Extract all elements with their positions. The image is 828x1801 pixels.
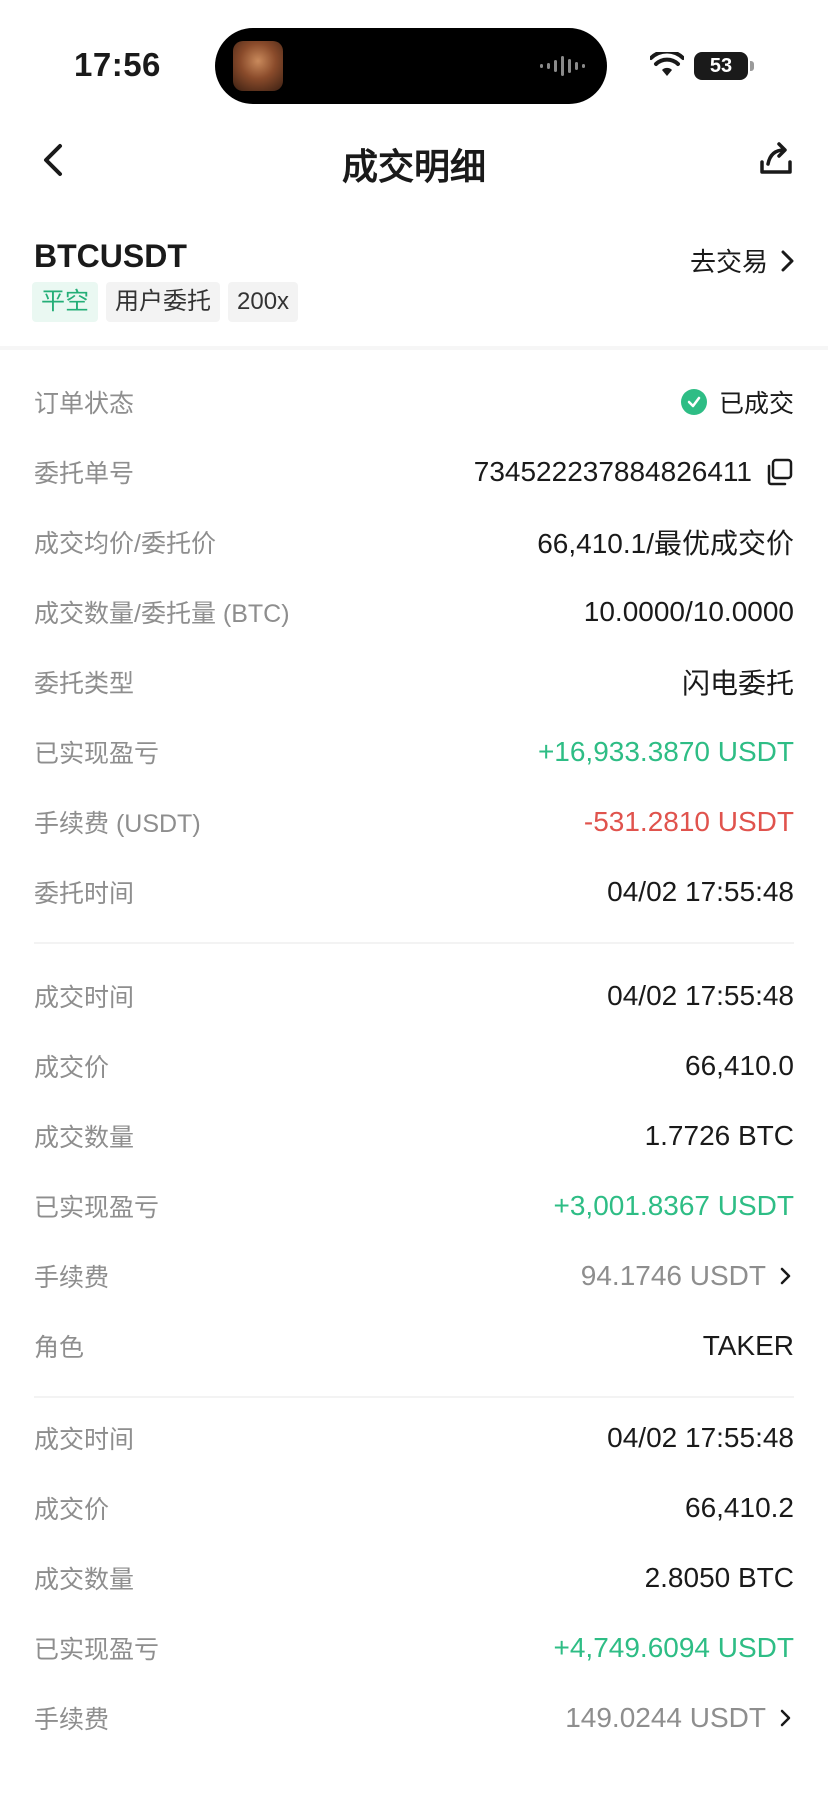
fill-quantity-label: 成交数量 <box>34 1566 135 1594</box>
fill-fee-value[interactable]: 149.0244 USDT <box>565 1702 794 1734</box>
trading-pair: BTCUSDT <box>34 238 187 274</box>
fill-fee-text: 149.0244 USDT <box>565 1702 766 1733</box>
tag-side: 平空 <box>32 282 98 322</box>
fill-price-value: 66,410.0 <box>685 1050 794 1081</box>
realized-pnl-value: +16,933.3870 USDT <box>537 736 794 767</box>
nav-bar: 成交明细 <box>0 120 828 200</box>
fill-price-label: 成交价 <box>34 1054 110 1082</box>
row-order-time: 委托时间 04/02 17:55:48 <box>34 872 794 912</box>
row-fill-quantity: 成交数量 2.8050 BTC <box>34 1558 794 1598</box>
divider <box>34 942 794 944</box>
status-bar: 17:56 53 <box>0 0 828 120</box>
quantity-label: 成交数量/委托量 (BTC) <box>34 600 290 628</box>
row-order-id: 委托单号 734522237884826411 <box>34 452 794 492</box>
fill-fee-label: 手续费 <box>34 1706 110 1734</box>
order-status-label: 订单状态 <box>34 390 135 418</box>
row-fill-time: 成交时间 04/02 17:55:48 <box>34 976 794 1016</box>
row-quantity: 成交数量/委托量 (BTC) 10.0000/10.0000 <box>34 592 794 632</box>
fill-time-label: 成交时间 <box>34 984 135 1012</box>
section-divider <box>0 346 828 350</box>
order-id-text: 734522237884826411 <box>473 456 752 487</box>
audio-wave-icon <box>540 54 585 78</box>
fill-time-value: 04/02 17:55:48 <box>607 1422 794 1453</box>
avg-price-label: 成交均价/委托价 <box>34 530 216 558</box>
fill-price-value: 66,410.2 <box>685 1492 794 1523</box>
row-realized-pnl: 已实现盈亏 +16,933.3870 USDT <box>34 732 794 772</box>
tag-leverage: 200x <box>228 282 299 322</box>
row-order-type: 委托类型 闪电委托 <box>34 662 794 702</box>
chevron-right-icon <box>780 1267 791 1285</box>
page-title: 成交明细 <box>341 146 486 187</box>
fill-pnl-value: +4,749.6094 USDT <box>553 1632 795 1663</box>
fill-quantity-label: 成交数量 <box>34 1124 135 1152</box>
fill-role-value: TAKER <box>702 1330 794 1361</box>
fee-value: -531.2810 USDT <box>583 806 794 837</box>
battery-icon: 53 <box>694 52 748 80</box>
row-fill-role: 角色 TAKER <box>34 1326 794 1366</box>
row-fee: 手续费 (USDT) -531.2810 USDT <box>34 802 794 842</box>
status-time: 17:56 <box>74 46 161 83</box>
row-order-status: 订单状态 已成交 <box>34 382 794 422</box>
order-type-value: 闪电委托 <box>681 668 794 699</box>
row-fill-quantity: 成交数量 1.7726 BTC <box>34 1116 794 1156</box>
chevron-right-icon <box>780 1709 791 1727</box>
row-fill-price: 成交价 66,410.2 <box>34 1488 794 1528</box>
fill-quantity-value: 2.8050 BTC <box>644 1562 794 1593</box>
fill-pnl-label: 已实现盈亏 <box>34 1636 160 1664</box>
dynamic-island[interactable] <box>215 28 607 104</box>
order-status-value: 已成交 <box>680 384 794 420</box>
row-fill-fee[interactable]: 手续费 94.1746 USDT <box>34 1256 794 1296</box>
fill-price-label: 成交价 <box>34 1496 110 1524</box>
row-fill-pnl: 已实现盈亏 +3,001.8367 USDT <box>34 1186 794 1226</box>
fill-fee-label: 手续费 <box>34 1264 110 1292</box>
goto-trade-label: 去交易 <box>689 247 768 277</box>
row-fill-price: 成交价 66,410.0 <box>34 1046 794 1086</box>
fill-time-label: 成交时间 <box>34 1426 135 1454</box>
order-time-label: 委托时间 <box>34 880 135 908</box>
tag-source: 用户委托 <box>106 282 220 322</box>
fill-pnl-label: 已实现盈亏 <box>34 1194 160 1222</box>
order-time-value: 04/02 17:55:48 <box>607 876 794 907</box>
fill-quantity-value: 1.7726 BTC <box>644 1120 794 1151</box>
battery-tip <box>750 61 754 71</box>
fee-label: 手续费 (USDT) <box>34 810 201 838</box>
check-circle-icon <box>680 389 707 415</box>
chevron-right-icon <box>781 250 794 271</box>
fill-fee-value[interactable]: 94.1746 USDT <box>581 1260 794 1292</box>
share-icon[interactable] <box>756 138 796 182</box>
row-fill-pnl: 已实现盈亏 +4,749.6094 USDT <box>34 1628 794 1668</box>
fill-fee-text: 94.1746 USDT <box>580 1260 766 1291</box>
fill-role-label: 角色 <box>34 1334 85 1362</box>
fill-time-value: 04/02 17:55:48 <box>607 980 794 1011</box>
avg-price-value: 66,410.1/最优成交价 <box>537 528 794 559</box>
order-id-label: 委托单号 <box>34 460 135 488</box>
row-avg-price: 成交均价/委托价 66,410.1/最优成交价 <box>34 522 794 562</box>
order-status-text: 已成交 <box>718 390 794 418</box>
now-playing-artwork <box>233 41 283 91</box>
copy-icon[interactable] <box>764 457 794 487</box>
row-fill-fee[interactable]: 手续费 149.0244 USDT <box>34 1698 794 1738</box>
row-fill-time: 成交时间 04/02 17:55:48 <box>34 1418 794 1458</box>
divider <box>34 1396 794 1398</box>
quantity-value: 10.0000/10.0000 <box>583 596 794 627</box>
fill-pnl-value: +3,001.8367 USDT <box>553 1190 795 1221</box>
order-id-value: 734522237884826411 <box>474 456 794 488</box>
order-type-label: 委托类型 <box>34 670 135 698</box>
goto-trade-link[interactable]: 去交易 <box>690 242 796 279</box>
order-tags: 平空 用户委托 200x <box>32 282 299 322</box>
wifi-icon <box>650 52 684 76</box>
realized-pnl-label: 已实现盈亏 <box>34 740 160 768</box>
